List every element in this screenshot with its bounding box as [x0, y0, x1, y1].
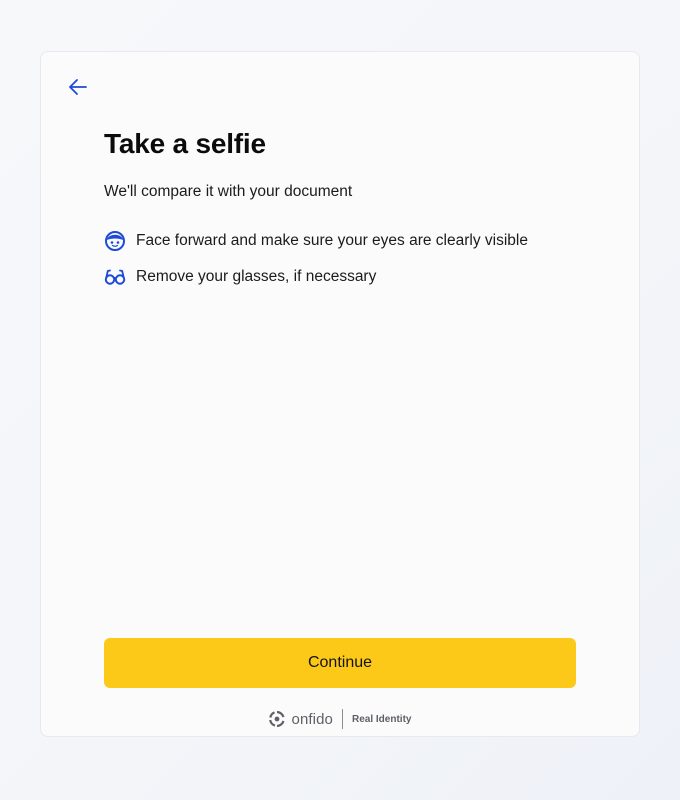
- footer-branding: onfido Real Identity: [41, 709, 639, 729]
- onfido-logo-icon: [268, 711, 285, 727]
- instruction-face-forward: Face forward and make sure your eyes are…: [104, 229, 528, 253]
- arrow-left-icon: [69, 79, 87, 95]
- face-icon: [104, 230, 126, 252]
- continue-button[interactable]: Continue: [104, 638, 576, 688]
- footer-divider: [342, 709, 343, 729]
- instruction-text: Face forward and make sure your eyes are…: [136, 232, 528, 249]
- instruction-remove-glasses: Remove your glasses, if necessary: [104, 265, 528, 289]
- selfie-card: Take a selfie We'll compare it with your…: [40, 51, 640, 737]
- instructions-list: Face forward and make sure your eyes are…: [104, 229, 528, 301]
- brand-tagline: Real Identity: [352, 713, 412, 725]
- page-title: Take a selfie: [104, 128, 266, 159]
- instruction-text: Remove your glasses, if necessary: [136, 268, 377, 285]
- glasses-icon: [104, 266, 126, 288]
- brand-name: onfido: [291, 710, 333, 728]
- back-button[interactable]: [65, 74, 91, 100]
- page-subtitle: We'll compare it with your document: [104, 183, 353, 200]
